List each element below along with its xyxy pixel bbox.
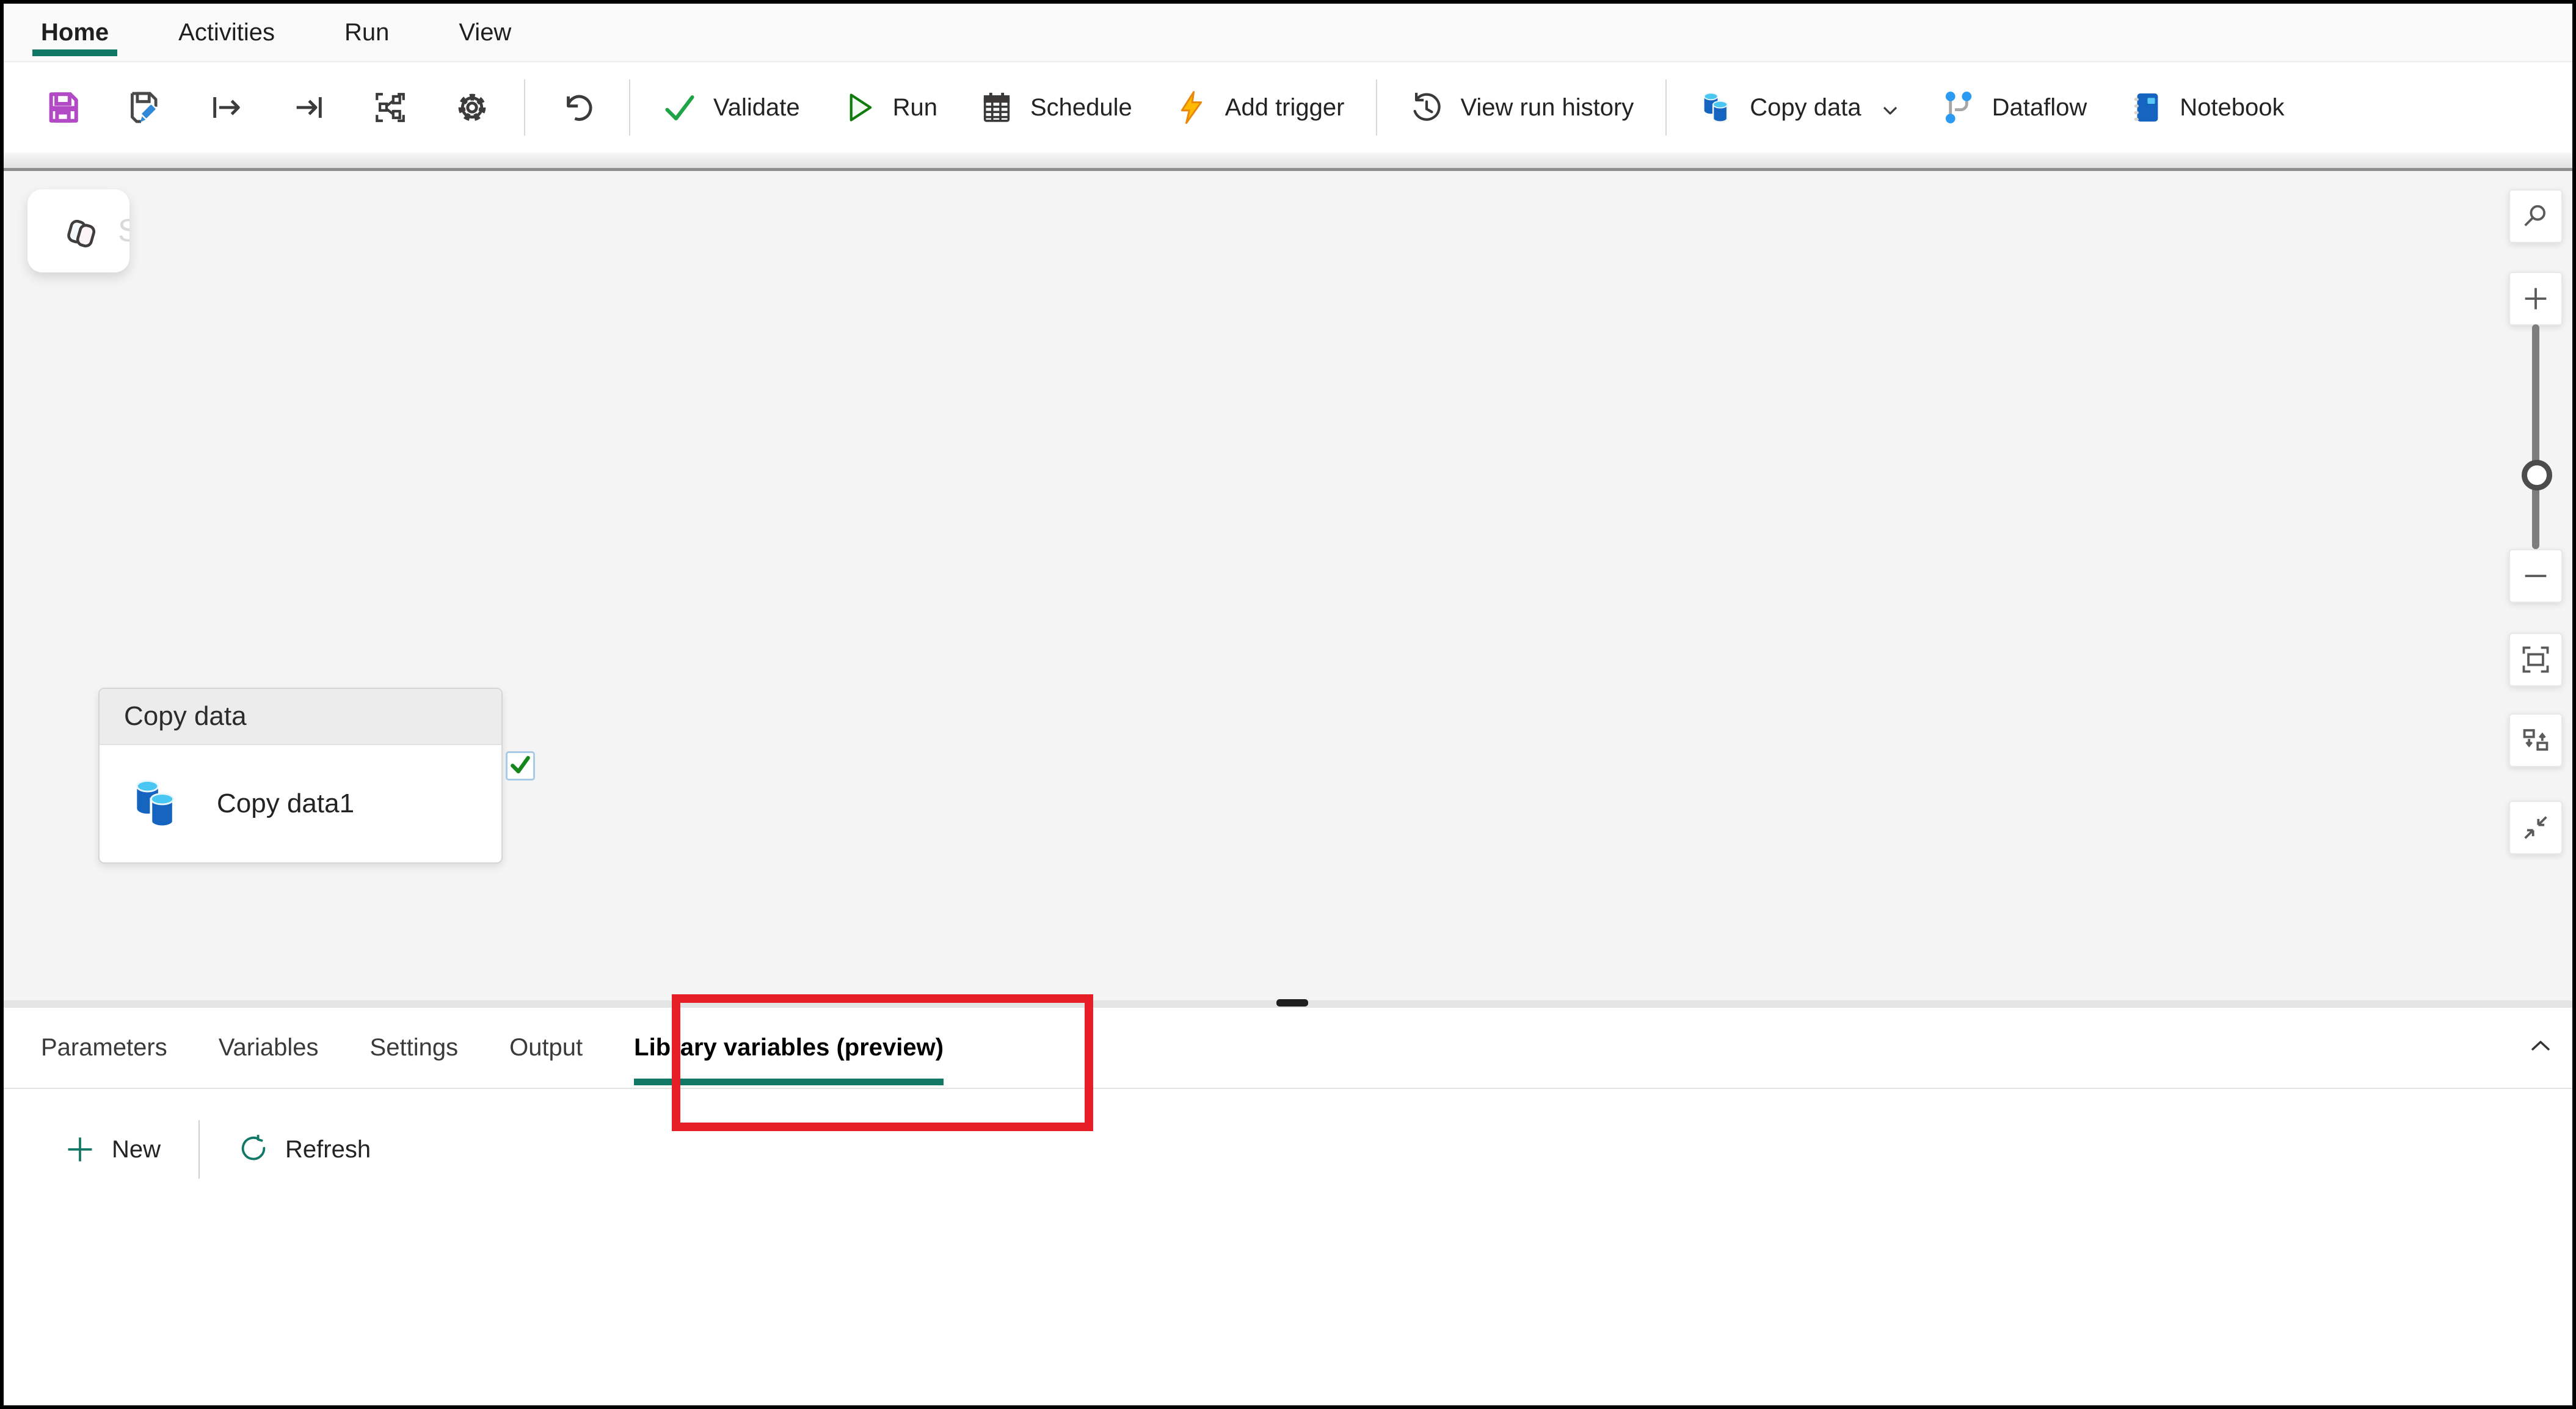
copilot-button[interactable]: S — [27, 189, 129, 272]
panel-top-divider — [4, 1000, 2572, 1008]
schedule-button[interactable]: Schedule — [958, 73, 1153, 142]
dataflow-icon — [1941, 90, 1976, 125]
run-label: Run — [893, 94, 937, 122]
notebook-icon — [2128, 90, 2164, 125]
tab-parameters[interactable]: Parameters — [41, 1008, 167, 1088]
refresh-icon — [238, 1134, 269, 1165]
refresh-button[interactable]: Refresh — [231, 1116, 377, 1183]
command-divider — [198, 1120, 200, 1179]
auto-align-icon — [373, 90, 408, 125]
arrow-to-bar-button[interactable] — [267, 73, 349, 142]
copilot-icon — [61, 213, 96, 249]
tab-output[interactable]: Output — [509, 1008, 583, 1088]
lightning-bolt-icon — [1174, 90, 1209, 125]
add-trigger-button[interactable]: Add trigger — [1153, 73, 1366, 142]
auto-layout-button[interactable] — [2509, 713, 2563, 767]
run-button[interactable]: Run — [821, 73, 958, 142]
search-icon — [2520, 200, 2552, 232]
copy-data-icon — [1698, 90, 1734, 125]
settings-gear-icon — [454, 90, 490, 125]
chevron-down-icon — [1881, 98, 1899, 117]
ribbon-toolbar: Validate Run Schedule — [4, 62, 2572, 153]
panel-tab-bar: Parameters Variables Settings Output Lib… — [4, 1008, 2572, 1089]
run-play-icon — [842, 90, 877, 125]
collapse-canvas-button[interactable] — [2509, 801, 2563, 854]
activity-card-copy-data[interactable]: Copy data Copy data1 — [98, 688, 503, 864]
save-button[interactable] — [22, 73, 104, 142]
dataflow-label: Dataflow — [1992, 94, 2087, 122]
menu-tab-run[interactable]: Run — [333, 4, 400, 61]
history-clock-icon — [1409, 90, 1444, 125]
dataflow-button[interactable]: Dataflow — [1920, 73, 2108, 142]
collapse-icon — [2520, 812, 2552, 843]
copy-data-icon — [128, 776, 184, 832]
notebook-button[interactable]: Notebook — [2108, 73, 2305, 142]
toolbar-divider — [1665, 79, 1667, 136]
undo-button[interactable] — [536, 73, 618, 142]
refresh-label: Refresh — [285, 1136, 371, 1163]
add-trigger-label: Add trigger — [1225, 94, 1345, 122]
toolbar-divider — [629, 79, 630, 136]
undo-icon — [559, 90, 595, 125]
schedule-calendar-icon — [979, 90, 1014, 125]
settings-button[interactable] — [431, 73, 513, 142]
arrow-from-bar-icon — [209, 90, 244, 125]
plus-icon — [64, 1134, 96, 1165]
ribbon-menu-bar: Home Activities Run View — [4, 4, 2572, 62]
zoom-out-button[interactable] — [2509, 549, 2563, 603]
toolbar-shadow-divider — [4, 153, 2572, 171]
pipeline-canvas[interactable]: S Copy data — [4, 171, 2572, 1000]
zoom-in-icon — [2520, 283, 2552, 315]
view-run-history-label: View run history — [1460, 94, 1634, 122]
activity-status-badge[interactable] — [506, 751, 535, 781]
chevron-up-icon — [2526, 1032, 2555, 1064]
zoom-in-button[interactable] — [2509, 272, 2563, 326]
view-run-history-button[interactable]: View run history — [1388, 73, 1654, 142]
new-label: New — [112, 1136, 161, 1163]
fit-to-screen-button[interactable] — [2509, 633, 2563, 686]
auto-layout-icon — [2520, 724, 2552, 756]
canvas-search-button[interactable] — [2509, 189, 2563, 243]
panel-resize-handle[interactable] — [1276, 999, 1308, 1007]
tab-variables[interactable]: Variables — [219, 1008, 319, 1088]
activity-name: Copy data1 — [217, 788, 354, 819]
pipeline-editor-window: Home Activities Run View — [0, 0, 2576, 1409]
save-icon — [45, 90, 81, 125]
auto-align-button[interactable] — [349, 73, 431, 142]
zoom-slider-thumb[interactable] — [2522, 460, 2552, 490]
activity-card-body: Copy data1 — [100, 745, 501, 862]
validate-label: Validate — [713, 94, 800, 122]
zoom-slider-track[interactable] — [2532, 324, 2539, 549]
arrow-to-bar-icon — [291, 90, 326, 125]
notebook-label: Notebook — [2180, 94, 2284, 122]
zoom-out-icon — [2520, 560, 2552, 592]
copilot-hint-letter: S — [118, 213, 129, 249]
panel-command-bar: New Refresh — [4, 1089, 2572, 1183]
menu-tab-home[interactable]: Home — [30, 4, 120, 61]
tab-settings[interactable]: Settings — [370, 1008, 459, 1088]
save-as-icon — [127, 90, 162, 125]
schedule-label: Schedule — [1030, 94, 1132, 122]
activity-card-header: Copy data — [100, 689, 501, 745]
validate-check-icon — [662, 90, 697, 125]
validate-button[interactable]: Validate — [641, 73, 821, 142]
menu-tab-view[interactable]: View — [448, 4, 522, 61]
copy-data-dropdown-button[interactable]: Copy data — [1678, 73, 1919, 142]
check-icon — [509, 753, 532, 779]
toolbar-divider — [1376, 79, 1377, 136]
tab-library-variables[interactable]: Library variables (preview) — [634, 1008, 944, 1088]
save-as-button[interactable] — [104, 73, 186, 142]
arrow-from-bar-button[interactable] — [186, 73, 267, 142]
new-variable-button[interactable]: New — [58, 1116, 167, 1183]
copy-data-label: Copy data — [1750, 94, 1861, 122]
menu-tab-activities[interactable]: Activities — [167, 4, 286, 61]
activity-type-label: Copy data — [124, 701, 247, 732]
panel-collapse-button[interactable] — [2526, 1008, 2555, 1088]
toolbar-divider — [524, 79, 525, 136]
fit-to-screen-icon — [2520, 644, 2552, 675]
